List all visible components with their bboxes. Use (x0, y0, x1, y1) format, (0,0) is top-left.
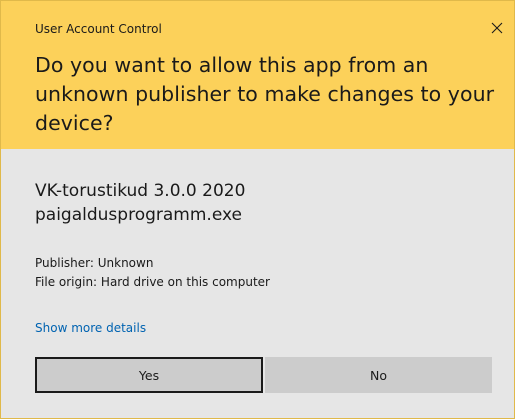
app-name: VK-torustikud 3.0.0 2020 (35, 181, 246, 201)
no-button[interactable]: No (265, 357, 492, 393)
uac-dialog: User Account Control Do you want to allo… (0, 0, 515, 419)
dialog-body: VK-torustikud 3.0.0 2020 paigaldusprogra… (1, 149, 514, 418)
file-name: paigaldusprogramm.exe (35, 205, 242, 225)
close-button[interactable] (484, 15, 510, 41)
publisher-info: Publisher: Unknown (35, 256, 154, 270)
dialog-header: User Account Control Do you want to allo… (1, 1, 514, 149)
file-origin-info: File origin: Hard drive on this computer (35, 275, 270, 289)
yes-button[interactable]: Yes (35, 357, 263, 393)
prompt-question: Do you want to allow this app from an un… (35, 53, 495, 135)
window-title: User Account Control (35, 22, 162, 36)
show-more-details-link[interactable]: Show more details (35, 319, 146, 337)
close-icon (491, 22, 503, 34)
